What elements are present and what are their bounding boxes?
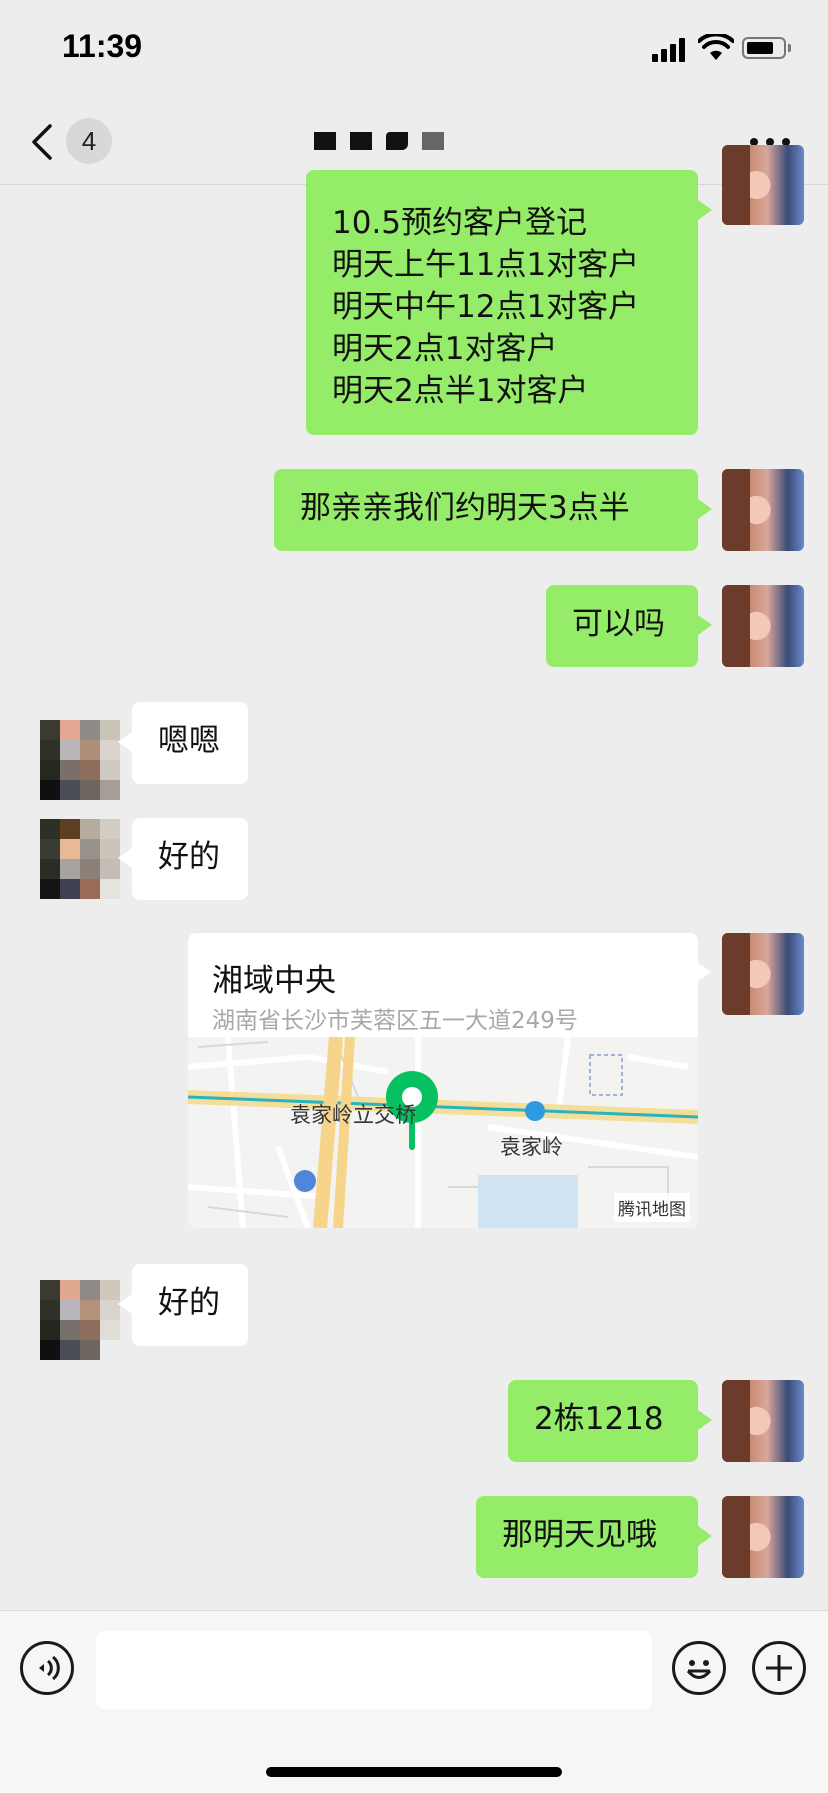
my-avatar[interactable] [722,585,804,667]
location-name: 湘域中央 [212,963,336,999]
location-card[interactable]: 湘域中央 湖南省长沙市芙蓉区五一大道249号 袁家岭立交桥 袁家岭 腾讯地图 [188,933,698,1228]
message-bubble-outgoing[interactable]: 10.5预约客户登记 明天上午11点1对客户 明天中午12点1对客户 明天2点1… [306,170,712,435]
location-address: 湖南省长沙市芙蓉区五一大道249号 [212,1008,578,1034]
message-bubble-outgoing[interactable]: 那亲亲我们约明天3点半 [274,469,712,551]
wifi-icon [698,34,734,60]
message-bubble-incoming[interactable]: 嗯嗯 [118,702,248,784]
contact-avatar-pixelated[interactable] [40,819,120,899]
map-label: 袁家岭 [500,1135,563,1159]
my-avatar[interactable] [722,1380,804,1462]
message-bubble-outgoing[interactable]: 可以吗 [546,585,712,667]
map-label: 袁家岭立交桥 [290,1103,416,1127]
status-bar: 11:39 [0,0,828,100]
map-preview[interactable]: 袁家岭立交桥 袁家岭 腾讯地图 [188,1037,698,1228]
message-bubble-outgoing[interactable]: 2栋1218 [508,1380,712,1462]
message-bubble-incoming[interactable]: 好的 [118,818,248,900]
battery-level [747,42,773,54]
emoji-icon[interactable] [672,1641,726,1695]
bubble-tail [697,962,711,982]
contact-avatar-pixelated[interactable] [40,1280,120,1360]
my-avatar[interactable] [722,1496,804,1578]
plus-icon[interactable] [752,1641,806,1695]
battery-tip [788,44,791,52]
message-bubble-incoming[interactable]: 好的 [118,1264,248,1346]
contact-avatar-pixelated[interactable] [40,720,120,800]
status-time: 11:39 [62,28,143,64]
cellular-signal-icon [652,38,692,62]
message-bubble-outgoing[interactable]: 那明天见哦 [476,1496,712,1578]
my-avatar[interactable] [722,933,804,1015]
home-indicator [266,1767,562,1777]
input-bar [0,1610,828,1793]
map-attribution: 腾讯地图 [614,1193,690,1222]
voice-icon[interactable] [20,1641,74,1695]
message-input[interactable] [96,1631,652,1709]
my-avatar[interactable] [722,469,804,551]
battery-icon [742,37,786,59]
